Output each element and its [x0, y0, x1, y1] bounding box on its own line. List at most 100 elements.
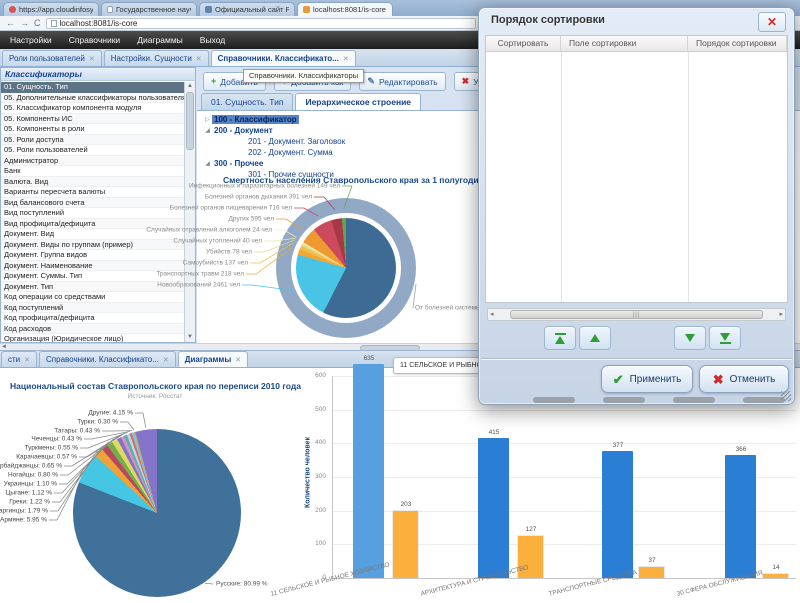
sidebar-item[interactable]: Код операции со средствами	[1, 292, 184, 303]
move-to-top-button[interactable]	[544, 326, 576, 350]
bar-series-blue[interactable]	[725, 455, 756, 578]
tab-active[interactable]: Справочники. Классификато... ✕	[211, 50, 356, 66]
scroll-up-icon[interactable]: ▲	[185, 82, 195, 91]
delete-icon: ✖	[462, 77, 470, 86]
browser-tab[interactable]: Официальный сайт Росс...	[199, 2, 295, 16]
sidebar-item[interactable]: Код профицита/дефицита	[1, 313, 184, 324]
dialog-horizontal-scrollbar[interactable]: ◂ ▸ |||	[487, 308, 786, 321]
move-to-bottom-button[interactable]	[709, 326, 741, 350]
reload-icon[interactable]: C	[34, 19, 41, 28]
pie-slice-label: Случайных утоплений 40 чел	[173, 238, 262, 245]
x-axis-category-label: ТРАНСПОРТНЫЕ СРЕДСТВА	[548, 569, 638, 598]
sidebar-item[interactable]: Код расходов	[1, 324, 184, 335]
browser-tab[interactable]: https://app.cloudinfosys...	[3, 2, 99, 16]
tab-close-icon[interactable]: ✕	[89, 55, 95, 63]
browser-tab-title: Официальный сайт Росс...	[215, 5, 289, 14]
close-icon[interactable]: ✕	[758, 12, 786, 32]
menu-item[interactable]: Выход	[200, 35, 225, 45]
sidebar-item[interactable]: 05. Классификатор компонента модуля	[1, 103, 184, 114]
collapsed-expander-icon[interactable]: ▷	[203, 116, 212, 123]
column-divider	[688, 52, 689, 302]
tab-item[interactable]: Роли пользователей ✕	[2, 50, 102, 66]
mortality-pie-chart[interactable]	[296, 218, 396, 318]
sidebar-item[interactable]: Организация (Юридическое лицо)	[1, 334, 184, 342]
tab-item[interactable]: Настройки. Сущности✕	[104, 50, 209, 66]
arrow-top-icon	[555, 336, 565, 344]
panel-tab[interactable]: 01. Сущность. Тип	[201, 93, 293, 110]
tab-close-icon[interactable]: ✕	[343, 55, 349, 63]
menu-item[interactable]: Справочники	[69, 35, 121, 45]
arrow-bottom-icon	[720, 333, 730, 341]
x-axis-category-label: 30 СФЕРА ОБСЛУЖИВАНИЯ	[676, 570, 763, 598]
pie-slice-label: Новообразований 2461 чел	[157, 282, 240, 289]
url-input[interactable]: localhost:8081/is-core	[46, 18, 476, 29]
sidebar-item[interactable]: Вид поступлений	[1, 208, 184, 219]
site-favicon	[205, 6, 212, 13]
sidebar-item[interactable]: 05. Роли пользователей	[1, 145, 184, 156]
scrollbar-thumb[interactable]	[186, 92, 194, 150]
browser-tab[interactable]: localhost:8081/is-core	[297, 2, 393, 16]
bar-series-blue[interactable]	[602, 451, 633, 578]
menu-item[interactable]: Настройки	[10, 35, 52, 45]
sidebar-list: 01. Сущность. Тип05. Дополнительные клас…	[1, 82, 184, 342]
sidebar-item[interactable]: 05. Компоненты ИС	[1, 114, 184, 125]
toolbar: +Добавить+Добавить как✎Редактировать✖Уда…	[203, 72, 514, 91]
resize-grip-icon[interactable]	[781, 391, 791, 401]
bar-series-orange[interactable]	[638, 566, 665, 578]
tab-label: Справочники. Классификато...	[218, 54, 339, 63]
sidebar-header: Классификаторы	[1, 68, 195, 81]
bar-series-blue[interactable]	[353, 364, 384, 578]
menu-item[interactable]: Диаграммы	[137, 35, 183, 45]
apply-button[interactable]: ✔ Применить	[601, 365, 693, 393]
dialog-bottom-strip	[485, 397, 788, 404]
bar-series-blue[interactable]	[478, 438, 509, 578]
sidebar-item[interactable]: Администратор	[1, 156, 184, 167]
sidebar-item[interactable]: Валюта. Вид	[1, 177, 184, 188]
scroll-right-icon[interactable]: ▸	[779, 309, 783, 320]
back-icon[interactable]: ←	[6, 19, 15, 28]
cancel-button[interactable]: ✖ Отменить	[699, 365, 789, 393]
sidebar-item[interactable]: 01. Сущность. Тип	[1, 82, 184, 93]
expanded-expander-icon[interactable]: ◢	[203, 160, 212, 167]
scroll-left-icon[interactable]: ◂	[490, 309, 494, 320]
move-down-button[interactable]	[674, 326, 706, 350]
sidebar-item[interactable]: Документ. Группа видов	[1, 250, 184, 261]
tab-close-icon[interactable]: ✕	[196, 55, 202, 63]
panel-tab[interactable]: Иерархическое строение	[295, 93, 421, 110]
pie-slice-label: Транспортных травм 218 чел	[156, 271, 244, 278]
tree-item-label: 300 - Прочее	[212, 159, 265, 168]
sidebar-vertical-scrollbar[interactable]: ▲ ▼	[184, 82, 195, 342]
move-up-button[interactable]	[579, 326, 611, 350]
screen: https://app.cloudinfosys... Государственн…	[0, 0, 800, 603]
tree-item-label: 201 - Документ. Заголовок	[246, 137, 347, 146]
sidebar-item[interactable]: Вид балансового счета	[1, 198, 184, 209]
scrollbar-thumb[interactable]: |||	[510, 310, 763, 319]
arrow-down-icon	[685, 334, 695, 342]
browser-tab-title: Государственное научн...	[116, 5, 191, 14]
x-axis-category-label: 11 СЕЛЬСКОЕ И РЫБНОЕ ХОЗЯЙСТВО	[270, 561, 390, 597]
browser-tab-title: https://app.cloudinfosys...	[19, 5, 93, 14]
sidebar-item[interactable]: Документ. Наименование	[1, 261, 184, 272]
sidebar-item[interactable]: 05. Роли доступа	[1, 135, 184, 146]
sidebar-item[interactable]: 05. Компоненты в роли	[1, 124, 184, 135]
sidebar-item[interactable]: Варианты пересчета валюты	[1, 187, 184, 198]
bar-value-label: 635	[347, 355, 391, 362]
sidebar-item[interactable]: 05. Дополнительные классификаторы пользо…	[1, 93, 184, 104]
sidebar-item[interactable]: Документ. Виды по группам (пример)	[1, 240, 184, 251]
forward-icon[interactable]: →	[20, 19, 29, 28]
edit-button[interactable]: ✎Редактировать	[359, 72, 445, 91]
bar-series-orange[interactable]	[762, 573, 789, 578]
arrow-up-icon	[590, 334, 600, 342]
browser-tab-title: localhost:8081/is-core	[313, 5, 386, 14]
bar-value-label: 37	[630, 557, 674, 564]
expanded-expander-icon[interactable]: ◢	[203, 127, 212, 134]
tree-item-label: 200 - Документ	[212, 126, 275, 135]
sidebar-item[interactable]: Код поступлений	[1, 303, 184, 314]
browser-tab[interactable]: Государственное научн...	[101, 2, 197, 16]
scroll-down-icon[interactable]: ▼	[185, 333, 195, 342]
gridline	[332, 410, 796, 411]
bar-series-orange[interactable]	[392, 510, 419, 578]
tab-label: Роли пользователей	[9, 54, 85, 63]
sidebar-item[interactable]: Банк	[1, 166, 184, 177]
bar-chart-tooltip: 11 СЕЛЬСКОЕ И РЫБНО	[393, 357, 483, 374]
